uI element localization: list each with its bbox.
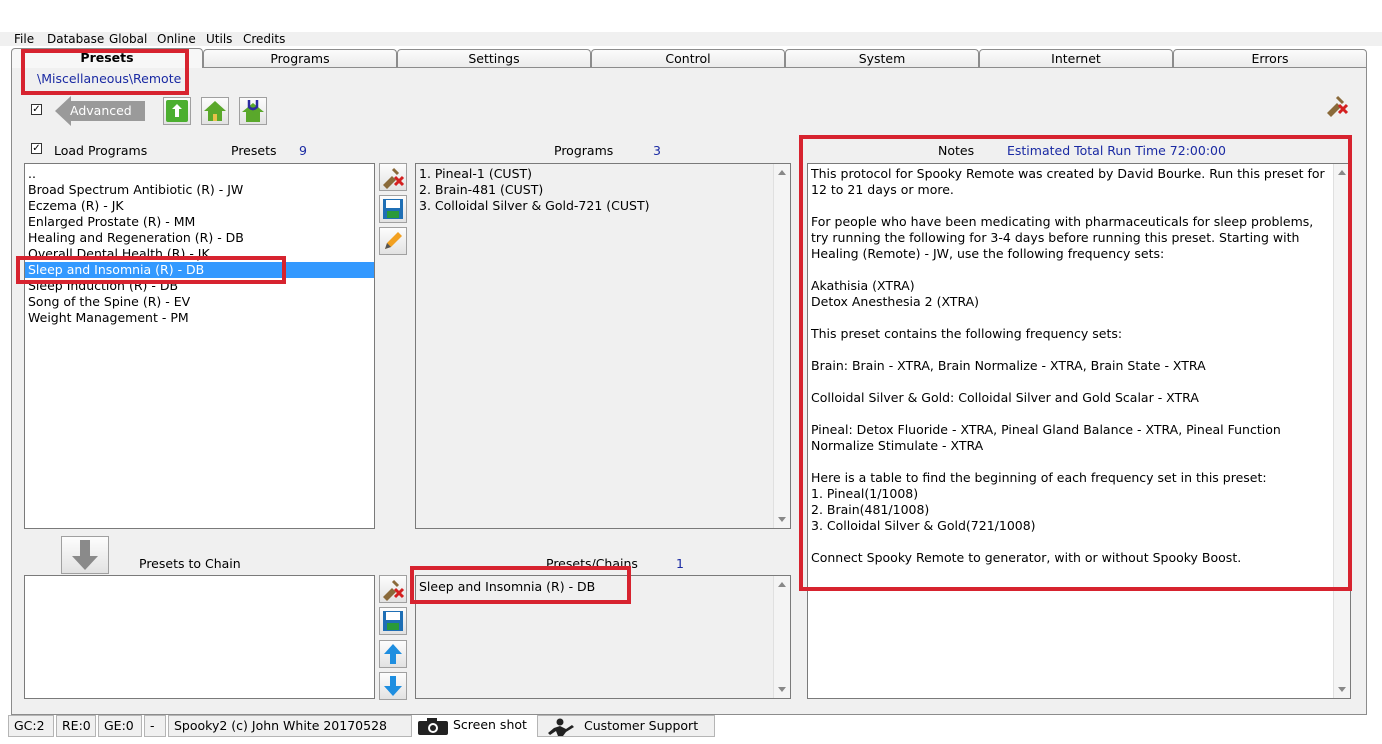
notes-textarea[interactable]: This protocol for Spooky Remote was crea… — [807, 163, 1351, 699]
advanced-button[interactable]: Advanced — [55, 96, 145, 126]
clear-all-button[interactable] — [1322, 90, 1350, 118]
status-ge: GE:0 — [98, 715, 142, 737]
preset-list-item[interactable]: Sleep Induction (R) - DB — [25, 278, 374, 294]
preset-list-item[interactable]: .. — [25, 166, 374, 182]
status-version: Spooky2 (c) John White 20170528 — [168, 715, 412, 737]
user-home-icon — [242, 100, 264, 122]
preset-list-item[interactable]: Eczema (R) - JK — [25, 198, 374, 214]
user-home-button[interactable] — [239, 97, 267, 125]
menu-bar: File Database Global Online Utils Credit… — [0, 32, 1382, 46]
presets-chains-count: 1 — [676, 556, 684, 571]
presets-label: Presets — [231, 143, 277, 158]
notes-scrollbar[interactable] — [1333, 164, 1350, 698]
tab-control[interactable]: Control — [591, 49, 785, 67]
notes-label: Notes — [938, 143, 975, 158]
tab-system[interactable]: System — [785, 49, 979, 67]
load-programs-checkbox[interactable]: ✓ — [31, 143, 42, 154]
save-chain-button[interactable] — [379, 607, 407, 635]
preset-list-item[interactable]: Weight Management - PM — [25, 310, 374, 326]
status-dash: - — [144, 715, 166, 737]
tab-presets[interactable]: Presets — [11, 48, 203, 68]
customer-support-button[interactable]: Customer Support — [537, 715, 715, 737]
program-list-item[interactable]: 3. Colloidal Silver & Gold-721 (CUST) — [416, 198, 790, 214]
program-list-item[interactable]: 1. Pineal-1 (CUST) — [416, 166, 790, 182]
preset-list-item[interactable]: Overall Dental Health (R) - JK — [25, 246, 374, 262]
preset-list-item[interactable]: Sleep and Insomnia (R) - DB — [25, 262, 374, 278]
screenshot-label: Screen shot — [452, 717, 527, 732]
program-list-item[interactable]: 2. Brain-481 (CUST) — [416, 182, 790, 198]
save-disk-icon — [383, 199, 403, 219]
pencil-icon — [385, 232, 402, 249]
home-icon — [204, 101, 226, 121]
broom-icon — [1327, 95, 1349, 117]
delete-preset-button[interactable] — [379, 163, 407, 191]
programs-count: 3 — [653, 143, 661, 158]
refresh-button[interactable] — [163, 97, 191, 125]
programs-label: Programs — [554, 143, 614, 158]
advanced-checkbox[interactable]: ✓ — [31, 104, 42, 115]
move-up-button[interactable] — [379, 640, 407, 668]
presets-to-chain-label: Presets to Chain — [139, 556, 241, 571]
status-re: RE:0 — [56, 715, 96, 737]
broom-icon — [383, 167, 405, 189]
menu-online[interactable]: Online — [157, 32, 196, 46]
save-preset-button[interactable] — [379, 195, 407, 223]
menu-credits[interactable]: Credits — [243, 32, 285, 46]
tab-errors[interactable]: Errors — [1173, 49, 1367, 67]
presets-to-chain-list[interactable] — [24, 575, 375, 699]
presets-chains-list[interactable]: Sleep and Insomnia (R) - DB — [415, 575, 791, 699]
clear-chain-button[interactable] — [379, 575, 407, 603]
add-to-chain-button[interactable] — [61, 536, 109, 574]
menu-utils[interactable]: Utils — [206, 32, 232, 46]
run-time: Estimated Total Run Time 72:00:00 — [1007, 143, 1226, 158]
edit-preset-button[interactable] — [379, 227, 407, 255]
preset-list-item[interactable]: Enlarged Prostate (R) - MM — [25, 214, 374, 230]
preset-list-item[interactable]: Song of the Spine (R) - EV — [25, 294, 374, 310]
move-down-button[interactable] — [379, 672, 407, 700]
camera-icon — [418, 717, 448, 735]
menu-file[interactable]: File — [14, 32, 34, 46]
presets-list[interactable]: .. Broad Spectrum Antibiotic (R) - JW Ecze… — [24, 163, 375, 529]
arrow-down-icon — [384, 676, 402, 696]
programs-scrollbar[interactable] — [773, 164, 790, 528]
menu-global[interactable]: Global — [109, 32, 147, 46]
preset-list-item[interactable]: Healing and Regeneration (R) - DB — [25, 230, 374, 246]
save-disk-icon — [383, 611, 403, 631]
tab-settings[interactable]: Settings — [397, 49, 591, 67]
preset-list-item[interactable]: Broad Spectrum Antibiotic (R) - JW — [25, 182, 374, 198]
advanced-label: Advanced — [70, 103, 132, 118]
status-gc: GC:2 — [8, 715, 54, 737]
chains-scrollbar[interactable] — [773, 576, 790, 698]
home-button[interactable] — [201, 97, 229, 125]
customer-support-label: Customer Support — [583, 718, 699, 733]
tab-programs[interactable]: Programs — [203, 49, 397, 67]
tab-internet[interactable]: Internet — [979, 49, 1173, 67]
notes-text: This protocol for Spooky Remote was crea… — [811, 166, 1325, 565]
down-arrow-icon — [72, 540, 98, 570]
programs-list[interactable]: 1. Pineal-1 (CUST) 2. Brain-481 (CUST) 3. … — [415, 163, 791, 529]
chain-list-item[interactable]: Sleep and Insomnia (R) - DB — [416, 579, 790, 595]
screenshot-button[interactable]: Screen shot — [414, 715, 534, 737]
support-person-icon — [548, 718, 574, 736]
presets-count: 9 — [299, 143, 307, 158]
presets-chains-label: Presets/Chains — [546, 556, 638, 571]
refresh-up-icon — [166, 100, 188, 122]
preset-path: \Miscellaneous\Remote — [37, 71, 182, 86]
load-programs-label: Load Programs — [54, 143, 148, 158]
arrow-up-icon — [384, 644, 402, 664]
broom-icon — [383, 579, 405, 601]
menu-database[interactable]: Database — [47, 32, 104, 46]
